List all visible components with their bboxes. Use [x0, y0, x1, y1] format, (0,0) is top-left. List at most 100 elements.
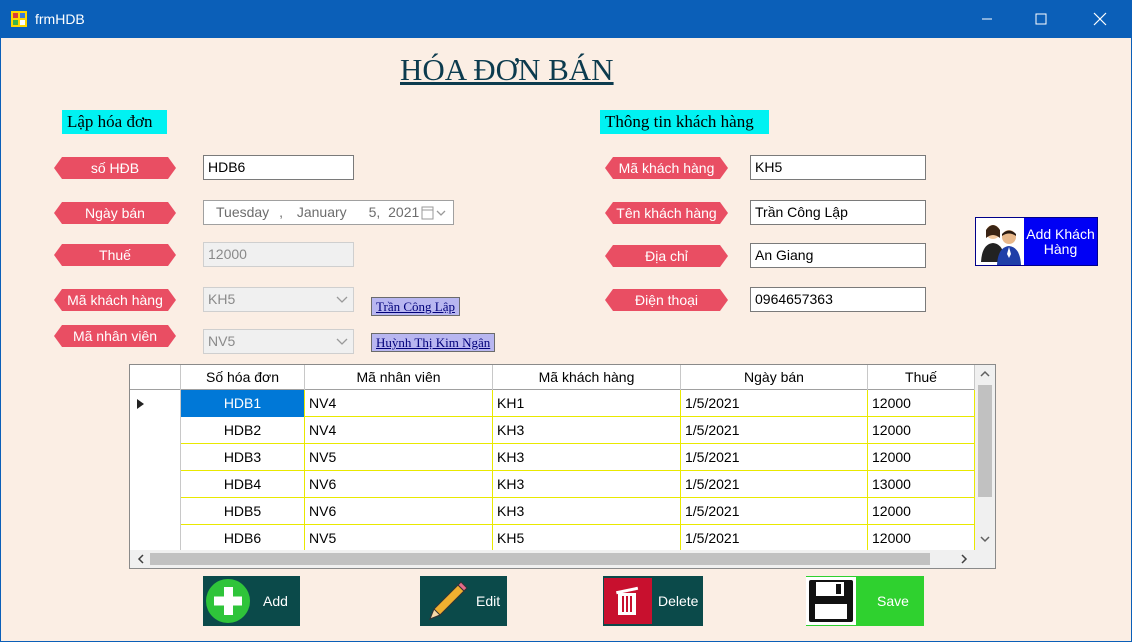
row-header[interactable]: [130, 444, 181, 471]
cell-ma-kh[interactable]: KH3: [493, 498, 681, 525]
floppy-disk-icon: [806, 577, 856, 625]
horizontal-scrollbar[interactable]: [130, 550, 975, 568]
delete-button[interactable]: Delete: [603, 576, 703, 626]
cell-ma-kh[interactable]: KH3: [493, 417, 681, 444]
table-row[interactable]: HDB6 NV5 KH5 1/5/2021 12000: [130, 525, 975, 550]
so-hdb-input[interactable]: HDB6: [203, 155, 354, 180]
scroll-left-icon[interactable]: [132, 550, 150, 568]
cell-so-hd[interactable]: HDB4: [181, 471, 305, 498]
ma-kh-name-label: Trần Công Lập: [371, 297, 460, 316]
ma-kh-combo-value: KH5: [208, 291, 236, 307]
chevron-down-icon: [336, 296, 348, 303]
cell-ma-nv[interactable]: NV4: [305, 417, 493, 444]
row-header[interactable]: [130, 471, 181, 498]
scroll-right-icon[interactable]: [955, 550, 973, 568]
cell-ngay-ban[interactable]: 1/5/2021: [681, 471, 868, 498]
pencil-icon: [429, 581, 468, 620]
dien-thoai-label: Điện thoại: [605, 289, 728, 311]
scroll-up-icon[interactable]: [975, 365, 995, 383]
ma-kh-label: Mã khách hàng: [54, 289, 176, 311]
grid-header-ma-kh[interactable]: Mã khách hàng: [493, 365, 681, 390]
row-header[interactable]: [130, 498, 181, 525]
row-header[interactable]: [130, 390, 181, 417]
close-button[interactable]: [1077, 0, 1123, 38]
table-row[interactable]: HDB4 NV6 KH3 1/5/2021 13000: [130, 471, 975, 498]
dien-thoai-input[interactable]: 0964657363: [750, 287, 926, 312]
invoice-grid[interactable]: Số hóa đơn Mã nhân viên Mã khách hàng Ng…: [129, 364, 996, 569]
cell-so-hd[interactable]: HDB3: [181, 444, 305, 471]
vertical-scrollbar[interactable]: [975, 365, 995, 550]
cell-so-hd[interactable]: HDB1: [181, 390, 305, 417]
add-customer-button[interactable]: Add Khách Hàng: [975, 217, 1098, 266]
calendar-dropdown-icon[interactable]: [421, 205, 449, 221]
ma-nv-label: Mã nhân viên: [54, 325, 176, 347]
grid-header-so-hd[interactable]: Số hóa đơn: [181, 365, 305, 390]
cell-thue[interactable]: 12000: [868, 498, 975, 525]
cell-so-hd[interactable]: HDB6: [181, 525, 305, 550]
add-label: Add: [263, 593, 288, 609]
grid-header-ngay-ban[interactable]: Ngày bán: [681, 365, 868, 390]
cell-ngay-ban[interactable]: 1/5/2021: [681, 390, 868, 417]
grid-header-thue[interactable]: Thuế: [868, 365, 975, 390]
thue-label: Thuế: [54, 244, 176, 266]
maximize-button[interactable]: [1018, 0, 1064, 38]
horizontal-scroll-thumb[interactable]: [150, 553, 930, 565]
table-row[interactable]: HDB5 NV6 KH3 1/5/2021 12000: [130, 498, 975, 525]
cell-ma-kh[interactable]: KH1: [493, 390, 681, 417]
ma-kh-combobox[interactable]: KH5: [203, 287, 354, 312]
cell-ma-kh[interactable]: KH5: [493, 525, 681, 550]
ma-nv-combobox[interactable]: NV5: [203, 329, 354, 354]
cell-so-hd[interactable]: HDB5: [181, 498, 305, 525]
row-selector-icon: [137, 399, 144, 409]
cell-so-hd[interactable]: HDB2: [181, 417, 305, 444]
cell-ma-nv[interactable]: NV4: [305, 390, 493, 417]
row-header[interactable]: [130, 417, 181, 444]
date-year: 2021: [388, 204, 420, 220]
table-row[interactable]: HDB2 NV4 KH3 1/5/2021 12000: [130, 417, 975, 444]
minimize-button[interactable]: [964, 0, 1010, 38]
scrollbar-corner: [975, 550, 995, 568]
cell-ma-kh[interactable]: KH3: [493, 471, 681, 498]
minimize-icon: [982, 18, 992, 20]
cell-ngay-ban[interactable]: 1/5/2021: [681, 417, 868, 444]
ten-kh-input[interactable]: Trần Công Lập: [750, 200, 926, 225]
edit-button[interactable]: Edit: [420, 576, 507, 626]
save-button[interactable]: Save: [806, 576, 924, 626]
cell-thue[interactable]: 12000: [868, 525, 975, 550]
grid-header-ma-nv[interactable]: Mã nhân viên: [305, 365, 493, 390]
scroll-down-icon[interactable]: [975, 530, 995, 548]
cell-ngay-ban[interactable]: 1/5/2021: [681, 498, 868, 525]
section-invoice-label: Lập hóa đơn: [62, 110, 167, 134]
cell-thue[interactable]: 13000: [868, 471, 975, 498]
add-button[interactable]: Add: [203, 576, 300, 626]
date-day: 5,: [368, 204, 381, 220]
cell-thue[interactable]: 12000: [868, 390, 975, 417]
row-header[interactable]: [130, 525, 181, 550]
table-row[interactable]: HDB3 NV5 KH3 1/5/2021 12000: [130, 444, 975, 471]
cell-ma-nv[interactable]: NV6: [305, 471, 493, 498]
cell-ma-nv[interactable]: NV5: [305, 525, 493, 550]
table-row[interactable]: HDB1 NV4 KH1 1/5/2021 12000: [130, 390, 975, 417]
ten-kh-label: Tên khách hàng: [605, 202, 728, 224]
cell-ma-nv[interactable]: NV5: [305, 444, 493, 471]
cell-thue[interactable]: 12000: [868, 444, 975, 471]
dia-chi-input[interactable]: An Giang: [750, 243, 926, 268]
ma-nv-combo-value: NV5: [208, 333, 236, 349]
so-hdb-label: số HĐB: [54, 157, 176, 179]
ngay-ban-datepicker[interactable]: Tuesday , January 5, 2021: [203, 200, 454, 225]
cell-thue[interactable]: 12000: [868, 417, 975, 444]
window-title: frmHDB: [35, 11, 85, 27]
delete-label: Delete: [658, 593, 699, 609]
cell-ngay-ban[interactable]: 1/5/2021: [681, 444, 868, 471]
people-icon: [976, 218, 1024, 265]
thue-input[interactable]: 12000: [203, 242, 354, 267]
add-customer-label: Add Khách Hàng: [1026, 225, 1095, 257]
plus-icon: [206, 579, 250, 623]
cell-ma-kh[interactable]: KH3: [493, 444, 681, 471]
cell-ma-nv[interactable]: NV6: [305, 498, 493, 525]
customer-ma-kh-input[interactable]: KH5: [750, 155, 926, 180]
maximize-icon: [1035, 13, 1047, 25]
cell-ngay-ban[interactable]: 1/5/2021: [681, 525, 868, 550]
vertical-scroll-thumb[interactable]: [978, 385, 992, 497]
save-label: Save: [877, 593, 909, 609]
